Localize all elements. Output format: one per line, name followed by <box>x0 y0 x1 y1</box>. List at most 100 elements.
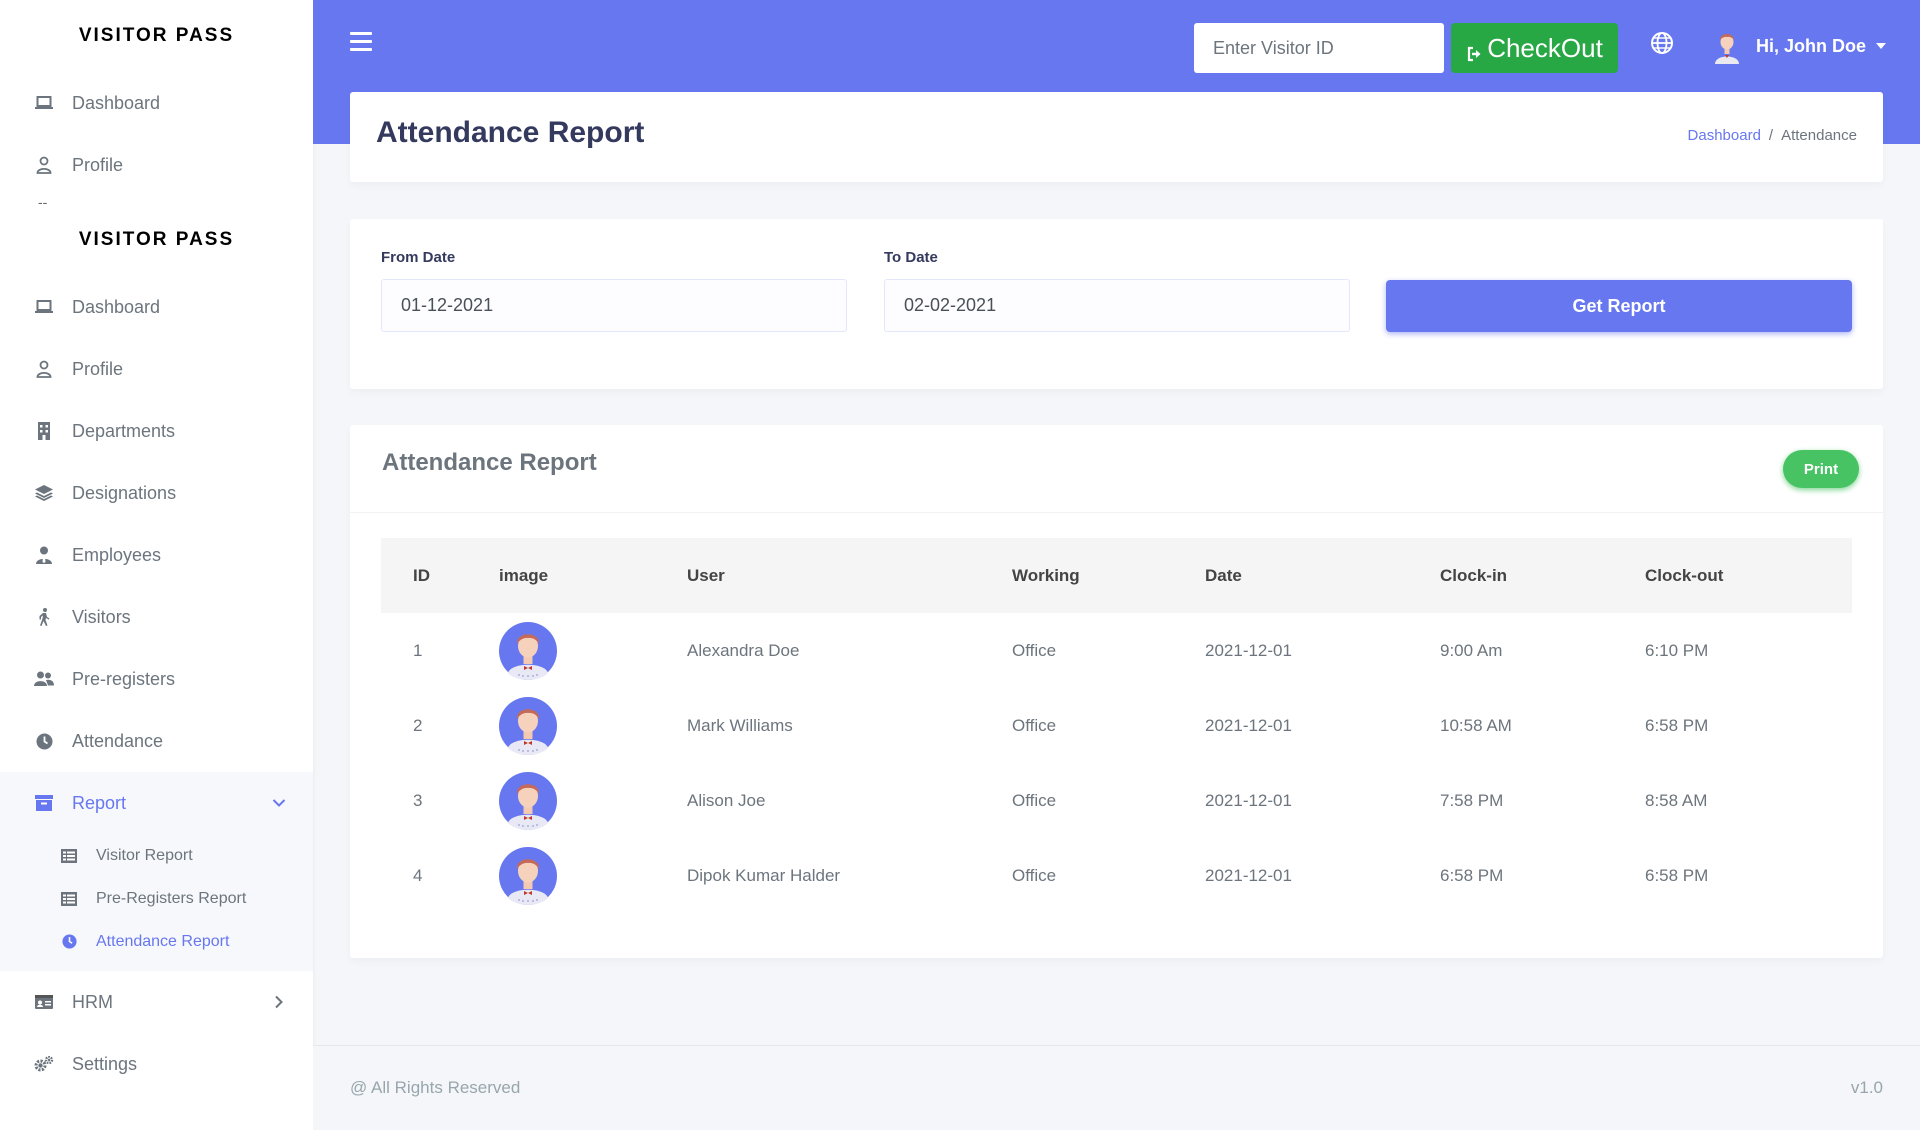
visitor-id-input[interactable] <box>1194 23 1444 73</box>
cell-clock-out: 6:58 PM <box>1645 865 1709 885</box>
page-title: Attendance Report <box>376 116 645 149</box>
cell-id: 2 <box>413 715 423 735</box>
cell-clock-in: 7:58 PM <box>1440 790 1504 810</box>
chevron-down-icon[interactable] <box>269 793 289 813</box>
attendance-report-card: Attendance Report Print ID image User Wo… <box>350 425 1883 958</box>
clock-icon <box>34 731 54 751</box>
sidebar-item-label: HRM <box>72 991 113 1012</box>
table-row: 1 Alexandra Doe Office 2021-12-01 9:00 A… <box>381 613 1852 688</box>
sidebar-item-designations[interactable]: Designations <box>0 462 313 524</box>
sidebar-item-departments[interactable]: Departments <box>0 400 313 462</box>
page-header-card: Attendance Report Dashboard / Attendance <box>350 92 1883 182</box>
to-date-input[interactable] <box>884 279 1350 332</box>
laptop-icon <box>34 93 54 113</box>
user-avatar <box>499 771 557 830</box>
cell-image <box>499 846 687 905</box>
report-card-title: Attendance Report <box>382 449 597 476</box>
column-header-id[interactable]: ID <box>381 566 499 586</box>
sidebar-subitem-label: Attendance Report <box>96 932 230 950</box>
sidebar-subitem-attendance-report[interactable]: Attendance Report <box>0 920 313 963</box>
cell-id: 4 <box>413 865 423 885</box>
print-button[interactable]: Print <box>1783 450 1859 488</box>
user-icon <box>34 155 54 175</box>
sidebar-item-settings[interactable]: Settings <box>0 1033 313 1095</box>
sidebar-item-dashboard-top[interactable]: Dashboard <box>0 72 313 134</box>
sidebar-item-label: Dashboard <box>72 296 161 317</box>
cell-date: 2021-12-01 <box>1205 790 1292 810</box>
breadcrumb-current: Attendance <box>1781 127 1857 144</box>
walking-icon <box>34 607 54 627</box>
sidebar-item-label: Report <box>72 792 127 813</box>
table-row: 4 Dipok Kumar Halder Office 2021-12-01 6… <box>381 838 1852 913</box>
sidebar-item-attendance[interactable]: Attendance <box>0 710 313 772</box>
checkout-label: CheckOut <box>1487 32 1603 63</box>
user-avatar <box>499 696 557 755</box>
users-icon <box>34 669 54 689</box>
column-header-working[interactable]: Working <box>1012 566 1205 586</box>
cell-clock-out: 6:10 PM <box>1645 640 1709 660</box>
sidebar-item-report[interactable]: Report <box>0 772 313 834</box>
sidebar-subitem-visitor-report[interactable]: Visitor Report <box>0 834 313 877</box>
laptop-icon <box>34 297 54 317</box>
cell-working: Office <box>1012 865 1057 885</box>
cell-user: Mark Williams <box>687 715 793 735</box>
sidebar-separator: -- <box>38 194 48 210</box>
sidebar-item-label: Settings <box>72 1053 138 1074</box>
cell-date: 2021-12-01 <box>1205 865 1292 885</box>
cell-working: Office <box>1012 715 1057 735</box>
breadcrumb: Dashboard / Attendance <box>1688 127 1857 144</box>
clock-icon <box>60 933 78 951</box>
cell-clock-in: 10:58 AM <box>1440 715 1512 735</box>
building-icon <box>34 421 54 441</box>
brand-logo-top[interactable]: VISITOR PASS <box>0 0 313 72</box>
brand-logo[interactable]: VISITOR PASS <box>0 216 313 264</box>
chevron-right-icon[interactable] <box>269 992 289 1012</box>
sidebar-item-label: Dashboard <box>72 92 161 113</box>
globe-language-icon[interactable] <box>1650 31 1674 55</box>
cell-clock-out: 8:58 AM <box>1645 790 1708 810</box>
table-body: 1 Alexandra Doe Office 2021-12-01 9:00 A… <box>381 613 1852 913</box>
cogs-icon <box>34 1054 54 1074</box>
hamburger-menu-icon[interactable] <box>350 32 372 54</box>
sidebar-item-profile-top[interactable]: Profile <box>0 134 313 196</box>
cell-user: Dipok Kumar Halder <box>687 865 841 885</box>
sidebar-item-label: Attendance <box>72 730 164 751</box>
card-divider <box>350 512 1883 513</box>
layer-group-icon <box>34 483 54 503</box>
sidebar-item-dashboard[interactable]: Dashboard <box>0 276 313 338</box>
column-header-clock-out[interactable]: Clock-out <box>1645 566 1852 586</box>
column-header-date[interactable]: Date <box>1205 566 1440 586</box>
sidebar-item-label: Employees <box>72 544 162 565</box>
get-report-button[interactable]: Get Report <box>1386 280 1852 332</box>
user-dropdown[interactable]: Hi, John Doe <box>1709 26 1887 66</box>
user-avatar <box>1715 34 1739 64</box>
sidebar-subitem-pre-registers-report[interactable]: Pre-Registers Report <box>0 877 313 920</box>
column-header-image[interactable]: image <box>499 566 687 586</box>
archive-icon <box>34 793 54 813</box>
user-icon <box>34 359 54 379</box>
cell-image <box>499 621 687 680</box>
sidebar-item-visitors[interactable]: Visitors <box>0 586 313 648</box>
list-icon <box>60 847 78 865</box>
user-avatar <box>499 846 557 905</box>
column-header-user[interactable]: User <box>687 566 1012 586</box>
from-date-input[interactable] <box>381 279 847 332</box>
sidebar-item-pre-registers[interactable]: Pre-registers <box>0 648 313 710</box>
breadcrumb-dashboard-link[interactable]: Dashboard <box>1688 127 1761 144</box>
sidebar-item-label: Departments <box>72 420 176 441</box>
report-filter-card: From Date To Date Get Report <box>350 219 1883 389</box>
user-greeting: Hi, John Doe <box>1756 35 1867 56</box>
sidebar-item-employees[interactable]: Employees <box>0 524 313 586</box>
cell-clock-in: 9:00 Am <box>1440 640 1503 660</box>
sidebar-item-label: Designations <box>72 482 177 503</box>
footer-copyright: @ All Rights Reserved <box>350 1078 521 1097</box>
sidebar-item-profile[interactable]: Profile <box>0 338 313 400</box>
column-header-clock-in[interactable]: Clock-in <box>1440 566 1645 586</box>
sidebar-item-hrm[interactable]: HRM <box>0 971 313 1033</box>
checkout-button[interactable]: CheckOut <box>1451 23 1618 73</box>
attendance-table: ID image User Working Date Clock-in Cloc… <box>381 538 1852 913</box>
list-icon <box>60 890 78 908</box>
footer-version: v1.0 <box>1850 1078 1883 1097</box>
user-avatar <box>499 621 557 680</box>
sidebar-subitem-label: Visitor Report <box>96 846 193 864</box>
